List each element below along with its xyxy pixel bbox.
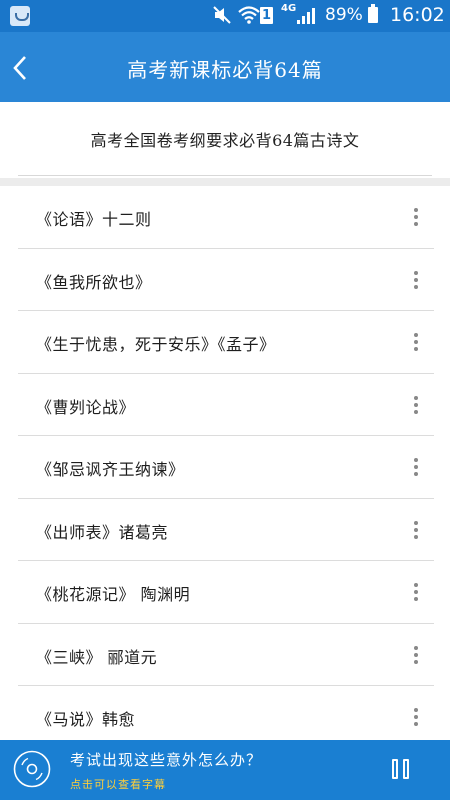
battery-percentage: 89%	[325, 5, 363, 25]
list-item-label: 《马说》韩愈	[36, 710, 136, 729]
list-item[interactable]: 《论语》十二则	[0, 186, 450, 249]
app-icon	[10, 6, 30, 26]
header-bar: 高考新课标必背64篇	[0, 32, 450, 102]
list-item[interactable]: 《曹刿论战》	[0, 374, 450, 436]
list-item-label: 《三峡》 郦道元	[36, 647, 158, 667]
audio-player[interactable]: 考试出现这些意外怎么办？ 点击可以查看字幕	[0, 740, 450, 800]
more-vertical-icon[interactable]	[410, 333, 422, 353]
list-item-label: 《桃花源记》 陶渊明	[36, 585, 191, 604]
more-vertical-icon[interactable]	[410, 458, 422, 478]
divider	[18, 175, 432, 176]
pause-button[interactable]	[389, 759, 413, 783]
list-item-label: 《邹忌讽齐王纳谏》	[36, 460, 185, 479]
more-vertical-icon[interactable]	[410, 520, 422, 541]
subtitle-section: 高考全国卷考纲要求必背64篇古诗文	[0, 102, 450, 176]
sim-icon: 1	[260, 7, 273, 24]
more-vertical-icon[interactable]	[410, 270, 422, 291]
list-item[interactable]: 《出师表》诸葛亮	[0, 499, 450, 561]
track-title: 考试出现这些意外怎么办？	[70, 751, 263, 769]
network-type: 4G	[281, 3, 297, 14]
list-item[interactable]: 《马说》韩愈	[0, 686, 450, 740]
wifi-icon	[238, 6, 260, 24]
more-vertical-icon[interactable]	[410, 583, 422, 603]
section-gap	[0, 178, 450, 186]
disc-icon	[13, 750, 51, 788]
signal-icon	[297, 8, 315, 24]
list-item-label: 《鱼我所欲也》	[36, 272, 152, 292]
poem-list: 《论语》十二则 《鱼我所欲也》 《生于忧患，死于安乐》《孟子》 《曹刿论战》 《…	[0, 186, 450, 740]
list-item[interactable]: 《生于忧患，死于安乐》《孟子》	[0, 311, 450, 374]
list-item[interactable]: 《桃花源记》 陶渊明	[0, 561, 450, 624]
status-bar: 1 4G 89% 16:02	[0, 0, 450, 32]
subtitle: 高考全国卷考纲要求必背64篇古诗文	[90, 131, 360, 150]
subtitle-hint[interactable]: 点击可以查看字幕	[70, 776, 166, 792]
clock: 16:02	[390, 4, 445, 26]
list-item[interactable]: 《三峡》 郦道元	[0, 624, 450, 686]
list-item-label: 《出师表》诸葛亮	[36, 522, 169, 542]
more-vertical-icon[interactable]	[410, 208, 422, 228]
battery-icon	[368, 4, 378, 23]
more-vertical-icon[interactable]	[410, 645, 422, 666]
more-vertical-icon[interactable]	[410, 708, 422, 728]
page-title: 高考新课标必背64篇	[127, 58, 323, 82]
list-item-label: 《曹刿论战》	[36, 397, 136, 417]
more-vertical-icon[interactable]	[410, 395, 422, 416]
mute-icon	[213, 6, 231, 24]
list-item[interactable]: 《鱼我所欲也》	[0, 249, 450, 311]
list-item-label: 《论语》十二则	[36, 210, 152, 229]
list-item-label: 《生于忧患，死于安乐》《孟子》	[36, 335, 276, 354]
list-item[interactable]: 《邹忌讽齐王纳谏》	[0, 436, 450, 499]
